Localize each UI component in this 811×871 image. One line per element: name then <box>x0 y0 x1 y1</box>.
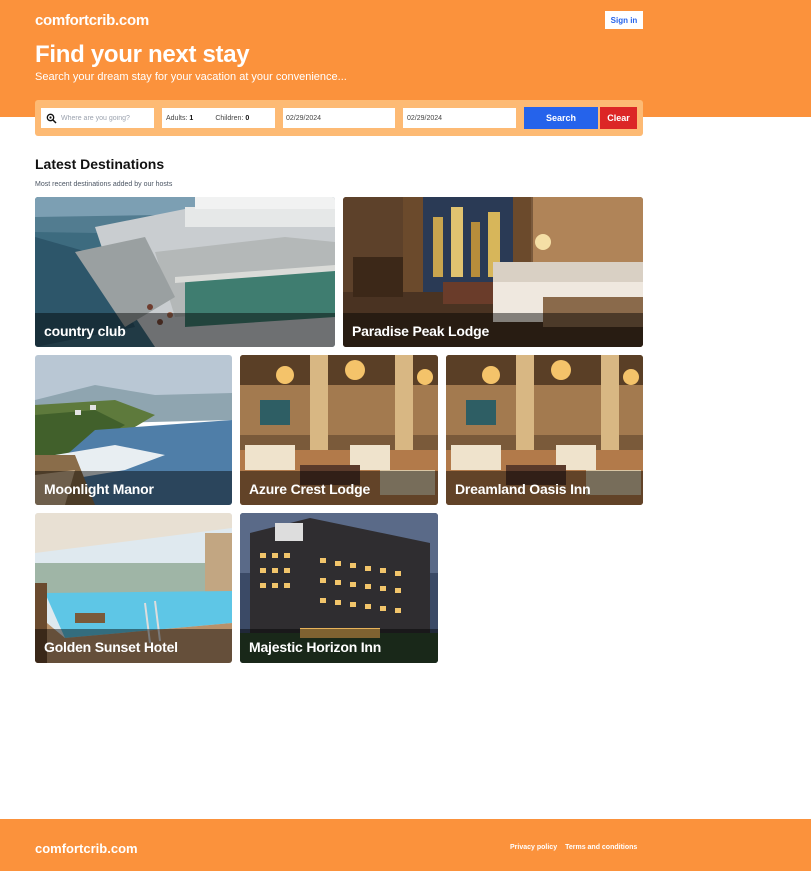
search-location-icon <box>46 113 57 124</box>
destination-name: Moonlight Manor <box>44 481 154 497</box>
destination-name: country club <box>44 323 126 339</box>
destination-card[interactable]: Majestic Horizon Inn <box>240 513 438 663</box>
destination-name: Golden Sunset Hotel <box>44 639 178 655</box>
destination-card[interactable]: Golden Sunset Hotel <box>35 513 232 663</box>
clear-button[interactable]: Clear <box>600 107 637 129</box>
search-bar: Adults: 1 Children: 0 02/29/2024 02/29/2… <box>35 100 643 136</box>
section-title: Latest Destinations <box>35 156 165 172</box>
children-value[interactable]: 0 <box>245 115 249 122</box>
destination-name: Azure Crest Lodge <box>249 481 371 497</box>
destination-name: Paradise Peak Lodge <box>352 323 490 339</box>
destination-input[interactable] <box>61 114 151 122</box>
adults-value[interactable]: 1 <box>189 115 193 122</box>
terms-link[interactable]: Terms and conditions <box>565 844 637 851</box>
checkout-date-input[interactable]: 02/29/2024 <box>403 108 516 128</box>
search-button[interactable]: Search <box>524 107 598 129</box>
checkin-date-input[interactable]: 02/29/2024 <box>283 108 395 128</box>
adults-label: Adults: <box>166 114 188 122</box>
children-label: Children: <box>215 114 244 122</box>
site-logo[interactable]: comfortcrib.com <box>35 12 149 29</box>
destination-name: Dreamland Oasis Inn <box>455 481 591 497</box>
destination-card[interactable]: Dreamland Oasis Inn <box>446 355 643 505</box>
destination-name: Majestic Horizon Inn <box>249 639 382 655</box>
footer-logo[interactable]: comfortcrib.com <box>35 841 138 856</box>
hero-subtitle: Search your dream stay for your vacation… <box>35 71 347 83</box>
destination-card[interactable]: Moonlight Manor <box>35 355 232 505</box>
destination-card[interactable]: Paradise Peak Lodge <box>343 197 643 347</box>
guests-field[interactable]: Adults: 1 Children: 0 <box>162 108 275 128</box>
hero-title: Find your next stay <box>35 41 250 68</box>
footer: comfortcrib.com Privacy policy Terms and… <box>0 819 811 871</box>
footer-links: Privacy policy Terms and conditions <box>510 844 637 851</box>
destination-card[interactable]: country club <box>35 197 335 347</box>
destination-field[interactable] <box>41 108 154 128</box>
destination-card[interactable]: Azure Crest Lodge <box>240 355 438 505</box>
section-subtitle: Most recent destinations added by our ho… <box>35 181 173 188</box>
sign-in-button[interactable]: Sign in <box>605 11 643 29</box>
privacy-policy-link[interactable]: Privacy policy <box>510 844 557 851</box>
